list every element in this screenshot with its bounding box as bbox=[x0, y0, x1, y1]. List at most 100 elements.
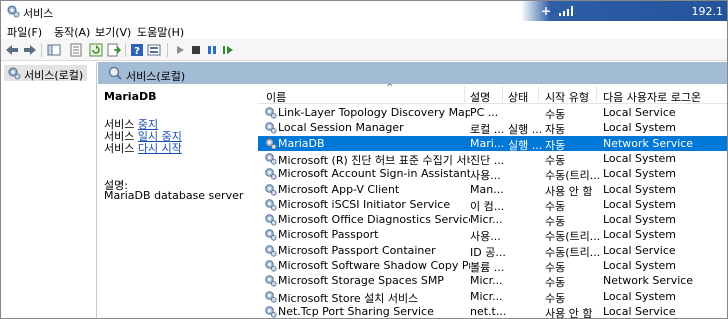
description-text: MariaDB database server bbox=[104, 189, 244, 202]
service-row[interactable]: Microsoft Storage Spaces SMP Micr... 수동 Net… bbox=[258, 273, 727, 289]
service-row[interactable]: Microsoft Account Sign-in Assistant 사용...… bbox=[258, 166, 727, 182]
service-gear-icon bbox=[265, 214, 277, 226]
toolbar-separator bbox=[167, 43, 168, 57]
service-logon-cell: Local System bbox=[603, 197, 677, 211]
back-arrow-icon[interactable] bbox=[5, 43, 19, 57]
column-header-name[interactable]: 이름 bbox=[266, 89, 286, 105]
menu-help[interactable]: 도움말(H) bbox=[137, 24, 184, 40]
service-description-cell: Man... bbox=[470, 182, 504, 196]
service-row[interactable]: Microsoft Passport 사용... 수동(트리... Local Sys… bbox=[258, 227, 727, 243]
service-name-cell: Microsoft Software Shadow Copy Provider bbox=[278, 259, 470, 272]
service-name-cell: Link-Layer Topology Discovery Mapper bbox=[278, 106, 470, 119]
list-header: ^ 이름 설명 상태 시작 유형 다음 사용자로 로그온 bbox=[258, 83, 727, 105]
service-logon-cell: Local Service bbox=[603, 243, 676, 257]
service-name-cell: MariaDB bbox=[278, 136, 325, 150]
service-gear-icon bbox=[265, 275, 277, 287]
pin-icon[interactable]: + bbox=[541, 4, 551, 18]
pause-icon[interactable] bbox=[205, 43, 219, 57]
service-logon-cell: Local System bbox=[603, 121, 677, 135]
service-description-cell: Mari... bbox=[470, 136, 505, 150]
service-description-cell: Micr... bbox=[470, 213, 503, 227]
service-name-cell: Microsoft Office Diagnostics Service bbox=[278, 213, 470, 227]
service-gear-icon bbox=[265, 199, 277, 211]
services-gear-icon bbox=[8, 67, 21, 80]
column-header-startup-type[interactable]: 시작 유형 bbox=[545, 89, 589, 105]
services-list: ^ 이름 설명 상태 시작 유형 다음 사용자로 로그온 Link-Layer … bbox=[258, 83, 727, 319]
tree-item-services-local[interactable]: 서비스(로컬) bbox=[4, 65, 88, 82]
selected-service-name: MariaDB bbox=[104, 90, 157, 103]
service-description-cell: Micr... bbox=[470, 289, 503, 303]
service-logon-cell: Local System bbox=[603, 289, 677, 303]
console-tree: 서비스(로컬) bbox=[1, 62, 97, 318]
refresh-icon[interactable] bbox=[89, 43, 103, 57]
service-gear-icon bbox=[265, 168, 277, 180]
column-divider[interactable] bbox=[502, 86, 503, 102]
toolbar-separator bbox=[41, 43, 42, 57]
service-row[interactable]: MariaDB Mari... 실행 ... 자동 Network Service bbox=[258, 135, 727, 152]
sort-ascending-icon: ^ bbox=[386, 83, 394, 93]
service-name-cell: Local Session Manager bbox=[278, 121, 404, 135]
pane-header: 서비스(로컬) bbox=[98, 62, 727, 84]
service-name-cell: Microsoft Storage Spaces SMP bbox=[278, 274, 444, 288]
service-logon-cell: Local System bbox=[603, 213, 677, 227]
service-name-cell: Microsoft Passport Container bbox=[278, 243, 436, 257]
svg-text:?: ? bbox=[134, 46, 140, 57]
service-row[interactable]: Microsoft iSCSI Initiator Service 이 컴... 수… bbox=[258, 197, 727, 213]
service-gear-icon bbox=[265, 107, 277, 119]
toolbar: ? bbox=[1, 39, 727, 61]
service-logon-cell: Local System bbox=[603, 259, 677, 272]
services-gear-icon bbox=[7, 5, 20, 18]
service-row[interactable]: Net.Tcp Port Sharing Service net.t... 사용 안… bbox=[258, 304, 727, 319]
service-logon-cell: Local System bbox=[603, 151, 677, 165]
window-title: 서비스 bbox=[23, 7, 54, 20]
properties-icon[interactable] bbox=[69, 43, 83, 57]
service-row[interactable]: Microsoft Store 설치 서비스 Micr... 수동 Local Sys… bbox=[258, 289, 727, 305]
export-list-icon[interactable] bbox=[107, 43, 121, 57]
service-gear-icon bbox=[265, 229, 277, 241]
service-name-cell: Microsoft App-V Client bbox=[278, 182, 400, 196]
service-row[interactable]: Microsoft (R) 진단 허브 표준 수집기 서비스 진단 ... 수동 Lo… bbox=[258, 151, 727, 167]
service-logon-cell: Local System bbox=[603, 228, 677, 242]
service-row[interactable]: Microsoft Office Diagnostics Service Micr… bbox=[258, 212, 727, 228]
service-startup-cell: 사용 안 함 bbox=[545, 306, 593, 319]
column-header-description[interactable]: 설명 bbox=[470, 89, 490, 105]
column-header-logon-as[interactable]: 다음 사용자로 로그온 bbox=[603, 89, 701, 105]
help-icon[interactable]: ? bbox=[130, 43, 144, 57]
restart-icon[interactable] bbox=[221, 43, 235, 57]
column-divider[interactable] bbox=[596, 86, 597, 102]
pane-header-title: 서비스(로컬) bbox=[126, 70, 186, 83]
action-line-restart: 서비스 다시 시작 bbox=[104, 140, 182, 156]
service-name-cell: Microsoft Passport bbox=[278, 228, 379, 242]
column-divider[interactable] bbox=[464, 86, 465, 102]
forward-arrow-icon[interactable] bbox=[23, 43, 37, 57]
service-row[interactable]: Microsoft Software Shadow Copy Provider볼… bbox=[258, 258, 727, 274]
view-icon[interactable] bbox=[147, 43, 161, 57]
service-row[interactable]: Local Session Manager 로컬 ... 실행 ... 자동 Local… bbox=[258, 120, 727, 136]
stop-icon[interactable] bbox=[189, 43, 203, 57]
toolbar-separator bbox=[125, 43, 126, 57]
service-name-cell: Net.Tcp Port Sharing Service bbox=[278, 304, 434, 318]
menu-file[interactable]: 파일(F) bbox=[7, 24, 42, 40]
show-hide-tree-icon[interactable] bbox=[47, 43, 61, 57]
play-icon[interactable] bbox=[173, 43, 187, 57]
service-row[interactable]: Microsoft App-V Client Man... 사용 안 함 Local … bbox=[258, 182, 727, 198]
column-divider[interactable] bbox=[538, 86, 539, 102]
column-header-status[interactable]: 상태 bbox=[508, 89, 528, 105]
tree-item-label: 서비스(로컬) bbox=[24, 69, 84, 82]
menu-view[interactable]: 보기(V) bbox=[95, 24, 131, 40]
service-gear-icon bbox=[265, 153, 277, 165]
restart-service-link[interactable]: 다시 시작 bbox=[138, 142, 182, 155]
service-row[interactable]: Microsoft Passport Container ID 공... 수동(트리… bbox=[258, 243, 727, 259]
service-gear-icon bbox=[265, 183, 277, 196]
service-row[interactable]: Link-Layer Topology Discovery Mapper PC .… bbox=[258, 105, 727, 121]
menu-bar: 파일(F) 동작(A) 보기(V) 도움말(H) bbox=[1, 21, 727, 40]
search-gear-icon bbox=[108, 66, 122, 80]
service-name-cell: Microsoft iSCSI Initiator Service bbox=[278, 197, 451, 211]
service-gear-icon bbox=[265, 122, 277, 134]
menu-action[interactable]: 동작(A) bbox=[54, 24, 90, 40]
service-gear-icon bbox=[265, 306, 277, 318]
service-detail-pane: MariaDB 서비스 중지 서비스 일시 중지 서비스 다시 시작 설명: M… bbox=[98, 84, 258, 318]
action-prefix: 서비스 bbox=[104, 142, 138, 155]
service-logon-cell: Network Service bbox=[603, 274, 694, 288]
remote-connection-bar[interactable]: + 192.1 bbox=[521, 1, 727, 21]
